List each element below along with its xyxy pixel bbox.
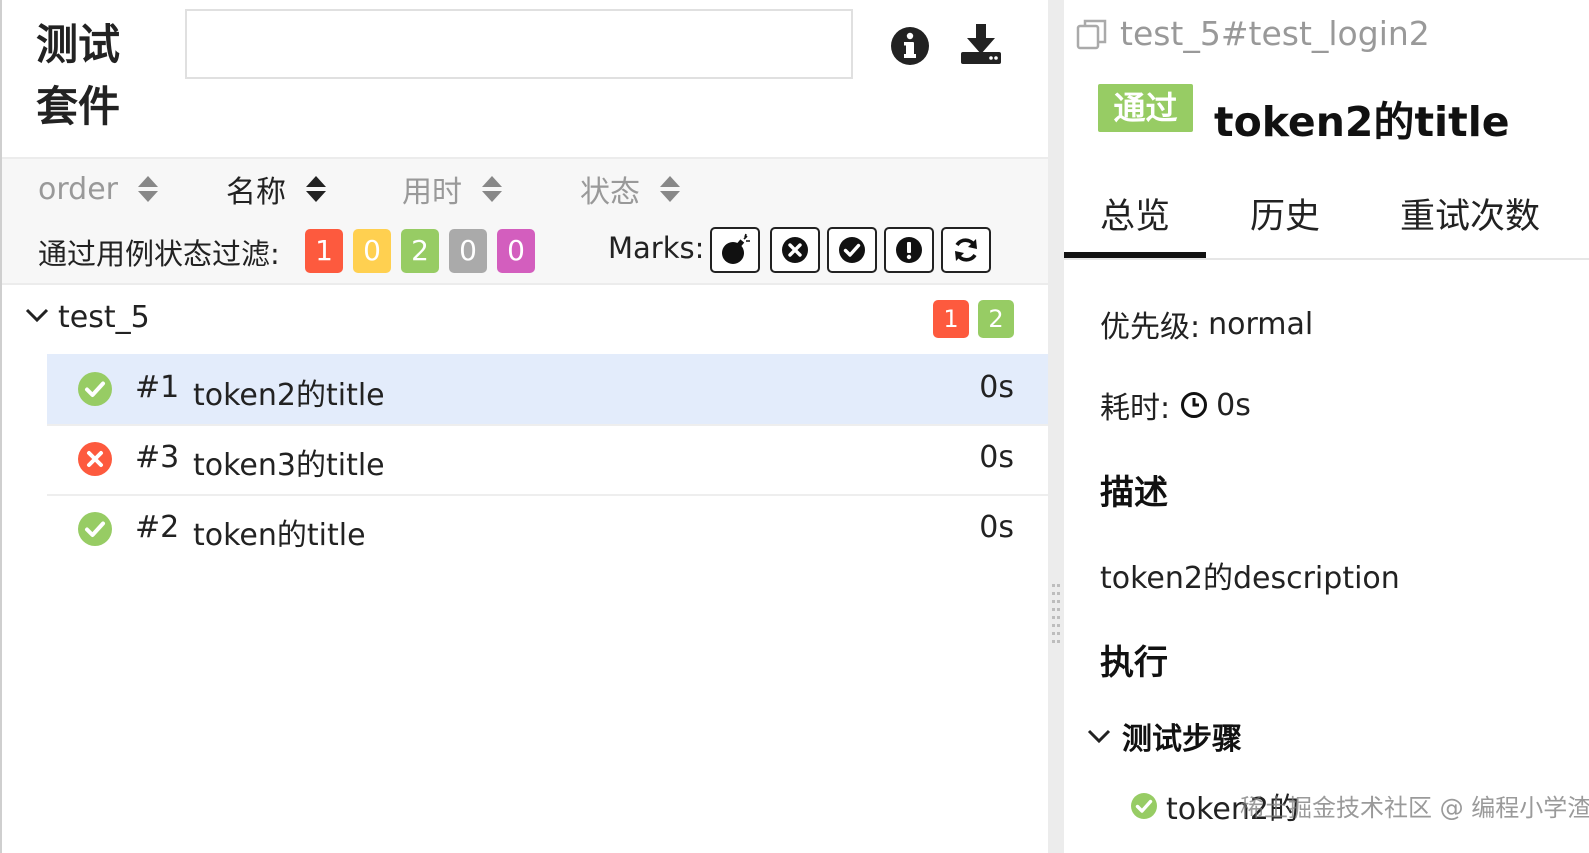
test-suite-pane: 测试套件 order 名称 用时 状态 通过用例状态过滤: 1 0 2 0 0 … bbox=[0, 0, 1050, 853]
refresh-icon bbox=[955, 238, 977, 262]
pane-splitter[interactable] bbox=[1048, 0, 1064, 853]
test-name: token2的title bbox=[193, 378, 385, 413]
duration-label: 耗时: bbox=[1100, 391, 1171, 426]
test-number: #3 bbox=[135, 440, 180, 475]
active-tab-indicator bbox=[1064, 252, 1206, 258]
chevron-down-icon bbox=[25, 308, 49, 323]
sort-filter-bar: order 名称 用时 状态 通过用例状态过滤: 1 0 2 0 0 Marks… bbox=[2, 159, 1050, 283]
group-name: test_5 bbox=[58, 300, 150, 335]
execution-heading: 执行 bbox=[1100, 643, 1168, 683]
sort-name-label: 名称 bbox=[226, 175, 286, 210]
suite-title: 测试套件 bbox=[36, 20, 121, 131]
mark-new-failed-button[interactable] bbox=[770, 227, 820, 273]
x-circle-icon bbox=[78, 442, 112, 476]
filter-chip-skipped[interactable]: 0 bbox=[449, 229, 487, 273]
clock-icon bbox=[1181, 392, 1208, 418]
sort-status[interactable]: 状态 bbox=[580, 169, 682, 210]
test-duration: 0s bbox=[979, 440, 1014, 475]
chevron-down-icon bbox=[1087, 729, 1111, 744]
sort-duration[interactable]: 用时 bbox=[402, 169, 504, 210]
breadcrumb-text: test_5#test_login2 bbox=[1120, 14, 1430, 53]
sort-arrows-icon bbox=[482, 174, 504, 204]
mark-flaky-button[interactable] bbox=[710, 227, 760, 273]
sort-order-label: order bbox=[38, 171, 118, 207]
priority-value: normal bbox=[1208, 306, 1314, 342]
mark-new-passed-button[interactable] bbox=[827, 227, 877, 273]
filter-chip-unknown[interactable]: 0 bbox=[497, 229, 535, 273]
test-number: #2 bbox=[135, 510, 180, 545]
page-title: token2的title bbox=[1214, 98, 1510, 146]
sort-arrows-icon bbox=[306, 174, 328, 204]
test-row[interactable]: #1 token2的title 0s bbox=[47, 354, 1050, 424]
status-badge: 通过 bbox=[1098, 84, 1193, 132]
duration-value: 0s bbox=[1216, 387, 1251, 423]
sort-status-label: 状态 bbox=[580, 175, 640, 210]
watermark: 稀土掘金技术社区 @ 编程小学渣 bbox=[1240, 794, 1589, 822]
priority-label: 优先级: bbox=[1100, 310, 1201, 345]
test-row[interactable]: #3 token3的title 0s bbox=[47, 424, 1050, 494]
check-circle-icon bbox=[78, 512, 112, 546]
breadcrumb[interactable]: test_5#test_login2 bbox=[1074, 14, 1430, 53]
search-input[interactable] bbox=[185, 9, 853, 79]
check-circle-icon bbox=[839, 237, 865, 263]
test-duration: 0s bbox=[979, 370, 1014, 405]
splitter-grip-icon[interactable] bbox=[1050, 582, 1062, 652]
sort-order[interactable]: order bbox=[38, 169, 160, 209]
tab-retries[interactable]: 重试次数 bbox=[1400, 188, 1540, 239]
group-row-test-5[interactable]: test_5 1 2 bbox=[2, 290, 1050, 348]
sort-arrows-icon bbox=[660, 174, 682, 204]
filter-chip-passed[interactable]: 2 bbox=[401, 229, 439, 273]
copy-icon bbox=[1076, 19, 1107, 49]
test-steps-toggle[interactable]: 测试步骤 bbox=[1086, 714, 1242, 758]
sort-name[interactable]: 名称 bbox=[226, 169, 328, 210]
test-steps-heading: 测试步骤 bbox=[1122, 722, 1242, 757]
filter-chip-failed[interactable]: 1 bbox=[305, 229, 343, 273]
sort-duration-label: 用时 bbox=[402, 175, 462, 210]
test-name: token的title bbox=[193, 518, 366, 553]
test-duration: 0s bbox=[979, 510, 1014, 545]
check-circle-icon bbox=[78, 372, 112, 406]
duration-field: 耗时: 0s bbox=[1100, 383, 1251, 427]
marks-label: Marks: bbox=[608, 231, 705, 265]
sort-arrows-icon bbox=[138, 174, 160, 204]
test-number: #1 bbox=[135, 370, 180, 405]
group-passed-count-badge: 2 bbox=[978, 300, 1014, 338]
download-icon[interactable] bbox=[959, 24, 1003, 68]
test-name: token3的title bbox=[193, 448, 385, 483]
group-failed-count-badge: 1 bbox=[933, 300, 969, 338]
test-detail-pane: test_5#test_login2 通过 token2的title 总览 历史… bbox=[1064, 0, 1589, 853]
mark-retries-button[interactable] bbox=[941, 227, 991, 273]
info-icon[interactable] bbox=[888, 24, 932, 68]
bomb-icon bbox=[722, 233, 750, 264]
tab-history[interactable]: 历史 bbox=[1250, 188, 1320, 239]
x-circle-icon bbox=[782, 237, 808, 263]
priority-field: 优先级: normal bbox=[1100, 302, 1313, 346]
status-filter-label: 通过用例状态过滤: bbox=[38, 237, 280, 271]
tab-overview[interactable]: 总览 bbox=[1100, 188, 1170, 239]
divider bbox=[2, 283, 1050, 285]
detail-tabs: 总览 历史 重试次数 bbox=[1064, 180, 1589, 260]
description-text: token2的description bbox=[1100, 561, 1400, 596]
check-circle-icon bbox=[1131, 793, 1157, 819]
description-heading: 描述 bbox=[1100, 473, 1168, 513]
test-row[interactable]: #2 token的title 0s bbox=[47, 494, 1050, 564]
filter-chip-broken[interactable]: 0 bbox=[353, 229, 391, 273]
mark-new-broken-button[interactable] bbox=[884, 227, 934, 273]
exclamation-circle-icon bbox=[896, 237, 922, 263]
